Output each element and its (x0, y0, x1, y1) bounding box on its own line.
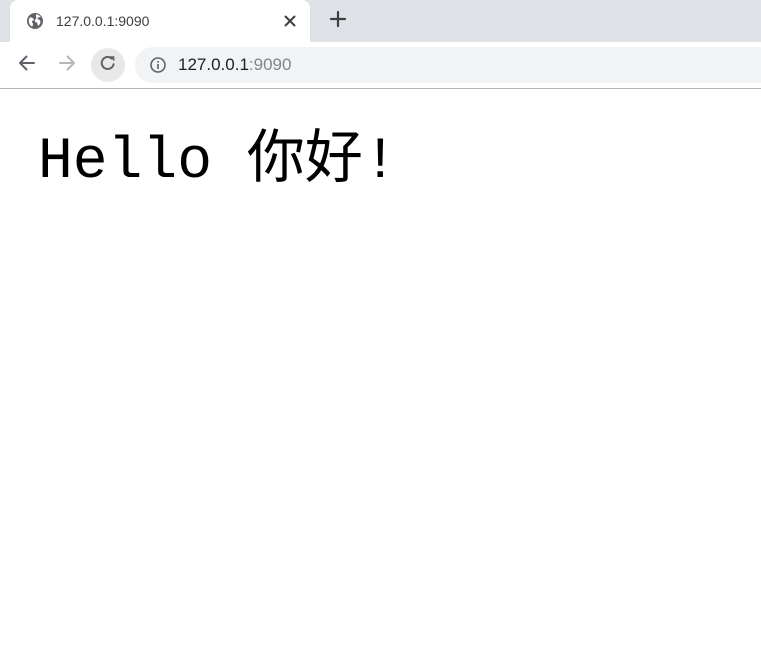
browser-window: 127.0.0.1:9090 127.0.0.1:9090 Hello 你好! (0, 0, 761, 659)
url-text[interactable]: 127.0.0.1:9090 (178, 55, 291, 75)
tab-active[interactable]: 127.0.0.1:9090 (10, 0, 310, 42)
address-bar[interactable]: 127.0.0.1:9090 (135, 47, 761, 83)
reload-icon (98, 53, 118, 78)
arrow-right-icon (57, 53, 77, 78)
forward-button[interactable] (50, 48, 84, 82)
tab-strip: 127.0.0.1:9090 (0, 0, 761, 42)
globe-icon (26, 12, 44, 30)
toolbar: 127.0.0.1:9090 (0, 42, 761, 89)
page-heading: Hello 你好! (38, 130, 398, 195)
url-port: :9090 (248, 55, 292, 74)
new-tab-button[interactable] (324, 7, 352, 35)
info-icon[interactable] (149, 56, 167, 74)
url-host: 127.0.0.1 (178, 55, 249, 74)
plus-icon (328, 9, 348, 34)
reload-button[interactable] (91, 48, 125, 82)
page-content: Hello 你好! (0, 89, 761, 659)
tab-title: 127.0.0.1:9090 (56, 13, 150, 29)
back-button[interactable] (10, 48, 44, 82)
close-icon[interactable] (281, 12, 299, 30)
arrow-left-icon (17, 53, 37, 78)
